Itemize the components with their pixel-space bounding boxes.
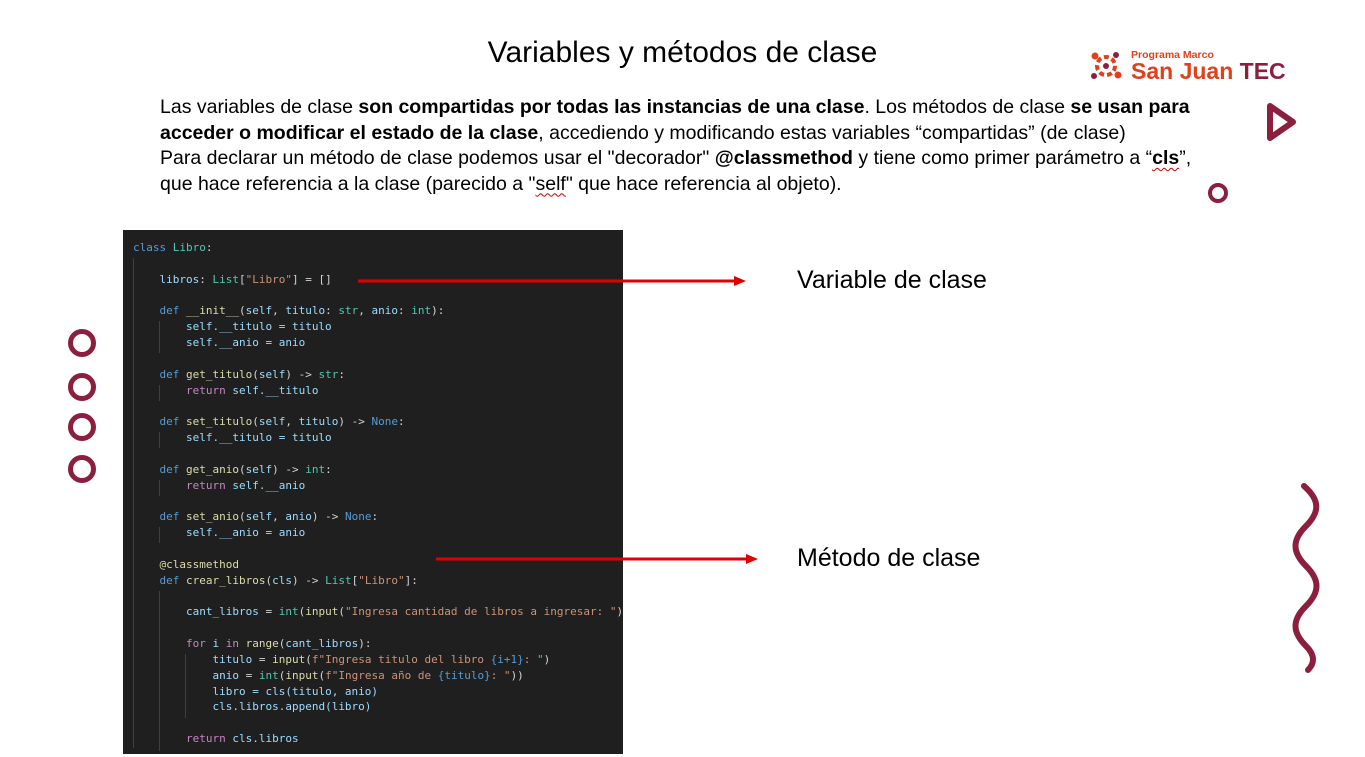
indent-guide xyxy=(185,654,186,718)
indent-guide xyxy=(159,591,160,751)
class-method-label: Método de clase xyxy=(797,544,981,572)
indent-guide xyxy=(133,258,134,748)
indent-guide xyxy=(159,432,160,448)
small-circle-icon xyxy=(1208,183,1228,203)
indent-guide xyxy=(159,527,160,543)
arrow-to-class-variable xyxy=(358,276,746,286)
indent-guide xyxy=(159,385,160,401)
intro-paragraph-1: Las variables de clase son compartidas p… xyxy=(160,96,1190,144)
intro-text: Las variables de clase son compartidas p… xyxy=(160,95,1220,197)
arrow-to-class-method xyxy=(436,554,758,564)
code-editor-screenshot: class Libro: libros: List["Libro"] = [] … xyxy=(123,230,623,754)
logo-name: San Juan TEC xyxy=(1131,58,1286,84)
san-juan-tec-logo: Programa Marco San Juan TEC xyxy=(1088,46,1288,86)
logo-mark-icon xyxy=(1091,52,1122,79)
code-block: class Libro: libros: List["Libro"] = [] … xyxy=(133,241,623,746)
triangle-play-icon xyxy=(1267,103,1296,141)
circles-column-icon xyxy=(68,329,96,483)
intro-paragraph-2: Para declarar un método de clase podemos… xyxy=(160,147,1192,195)
indent-guide xyxy=(159,480,160,496)
indent-guide xyxy=(159,321,160,353)
wavy-line-icon xyxy=(1292,483,1320,673)
class-variable-label: Variable de clase xyxy=(797,266,987,294)
